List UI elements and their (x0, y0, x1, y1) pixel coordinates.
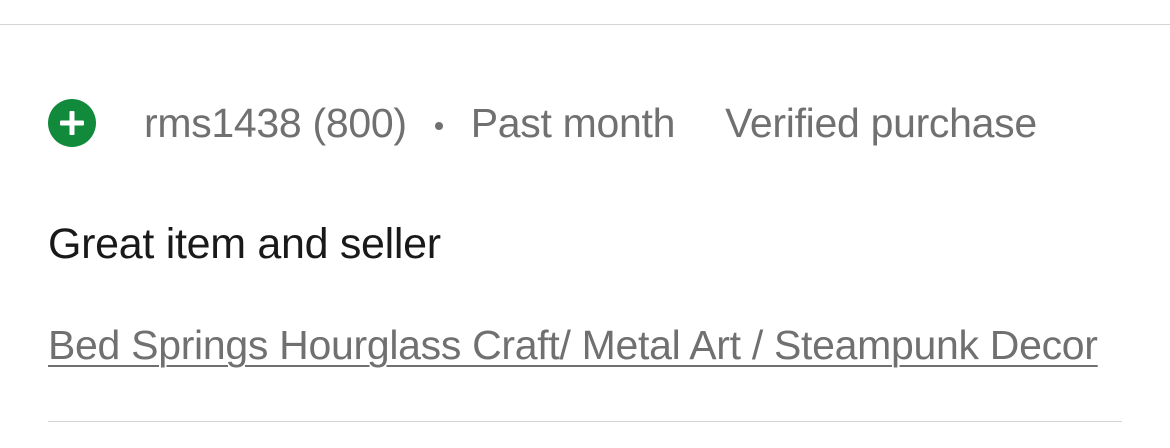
plus-circle-icon (48, 99, 96, 147)
review-meta-row: rms1438 (800) Past month Verified purcha… (48, 98, 1037, 148)
verified-purchase-label: Verified purchase (725, 99, 1037, 146)
review-title: Great item and seller (48, 220, 441, 268)
review-card: rms1438 (800) Past month Verified purcha… (0, 0, 1170, 448)
separator-dot (434, 122, 443, 130)
bottom-divider (48, 421, 1122, 422)
reviewer-username: rms1438 (800) (144, 99, 407, 146)
review-period: Past month (470, 99, 676, 146)
item-link[interactable]: Bed Springs Hourglass Craft/ Metal Art /… (48, 322, 1108, 369)
top-divider (0, 24, 1170, 25)
